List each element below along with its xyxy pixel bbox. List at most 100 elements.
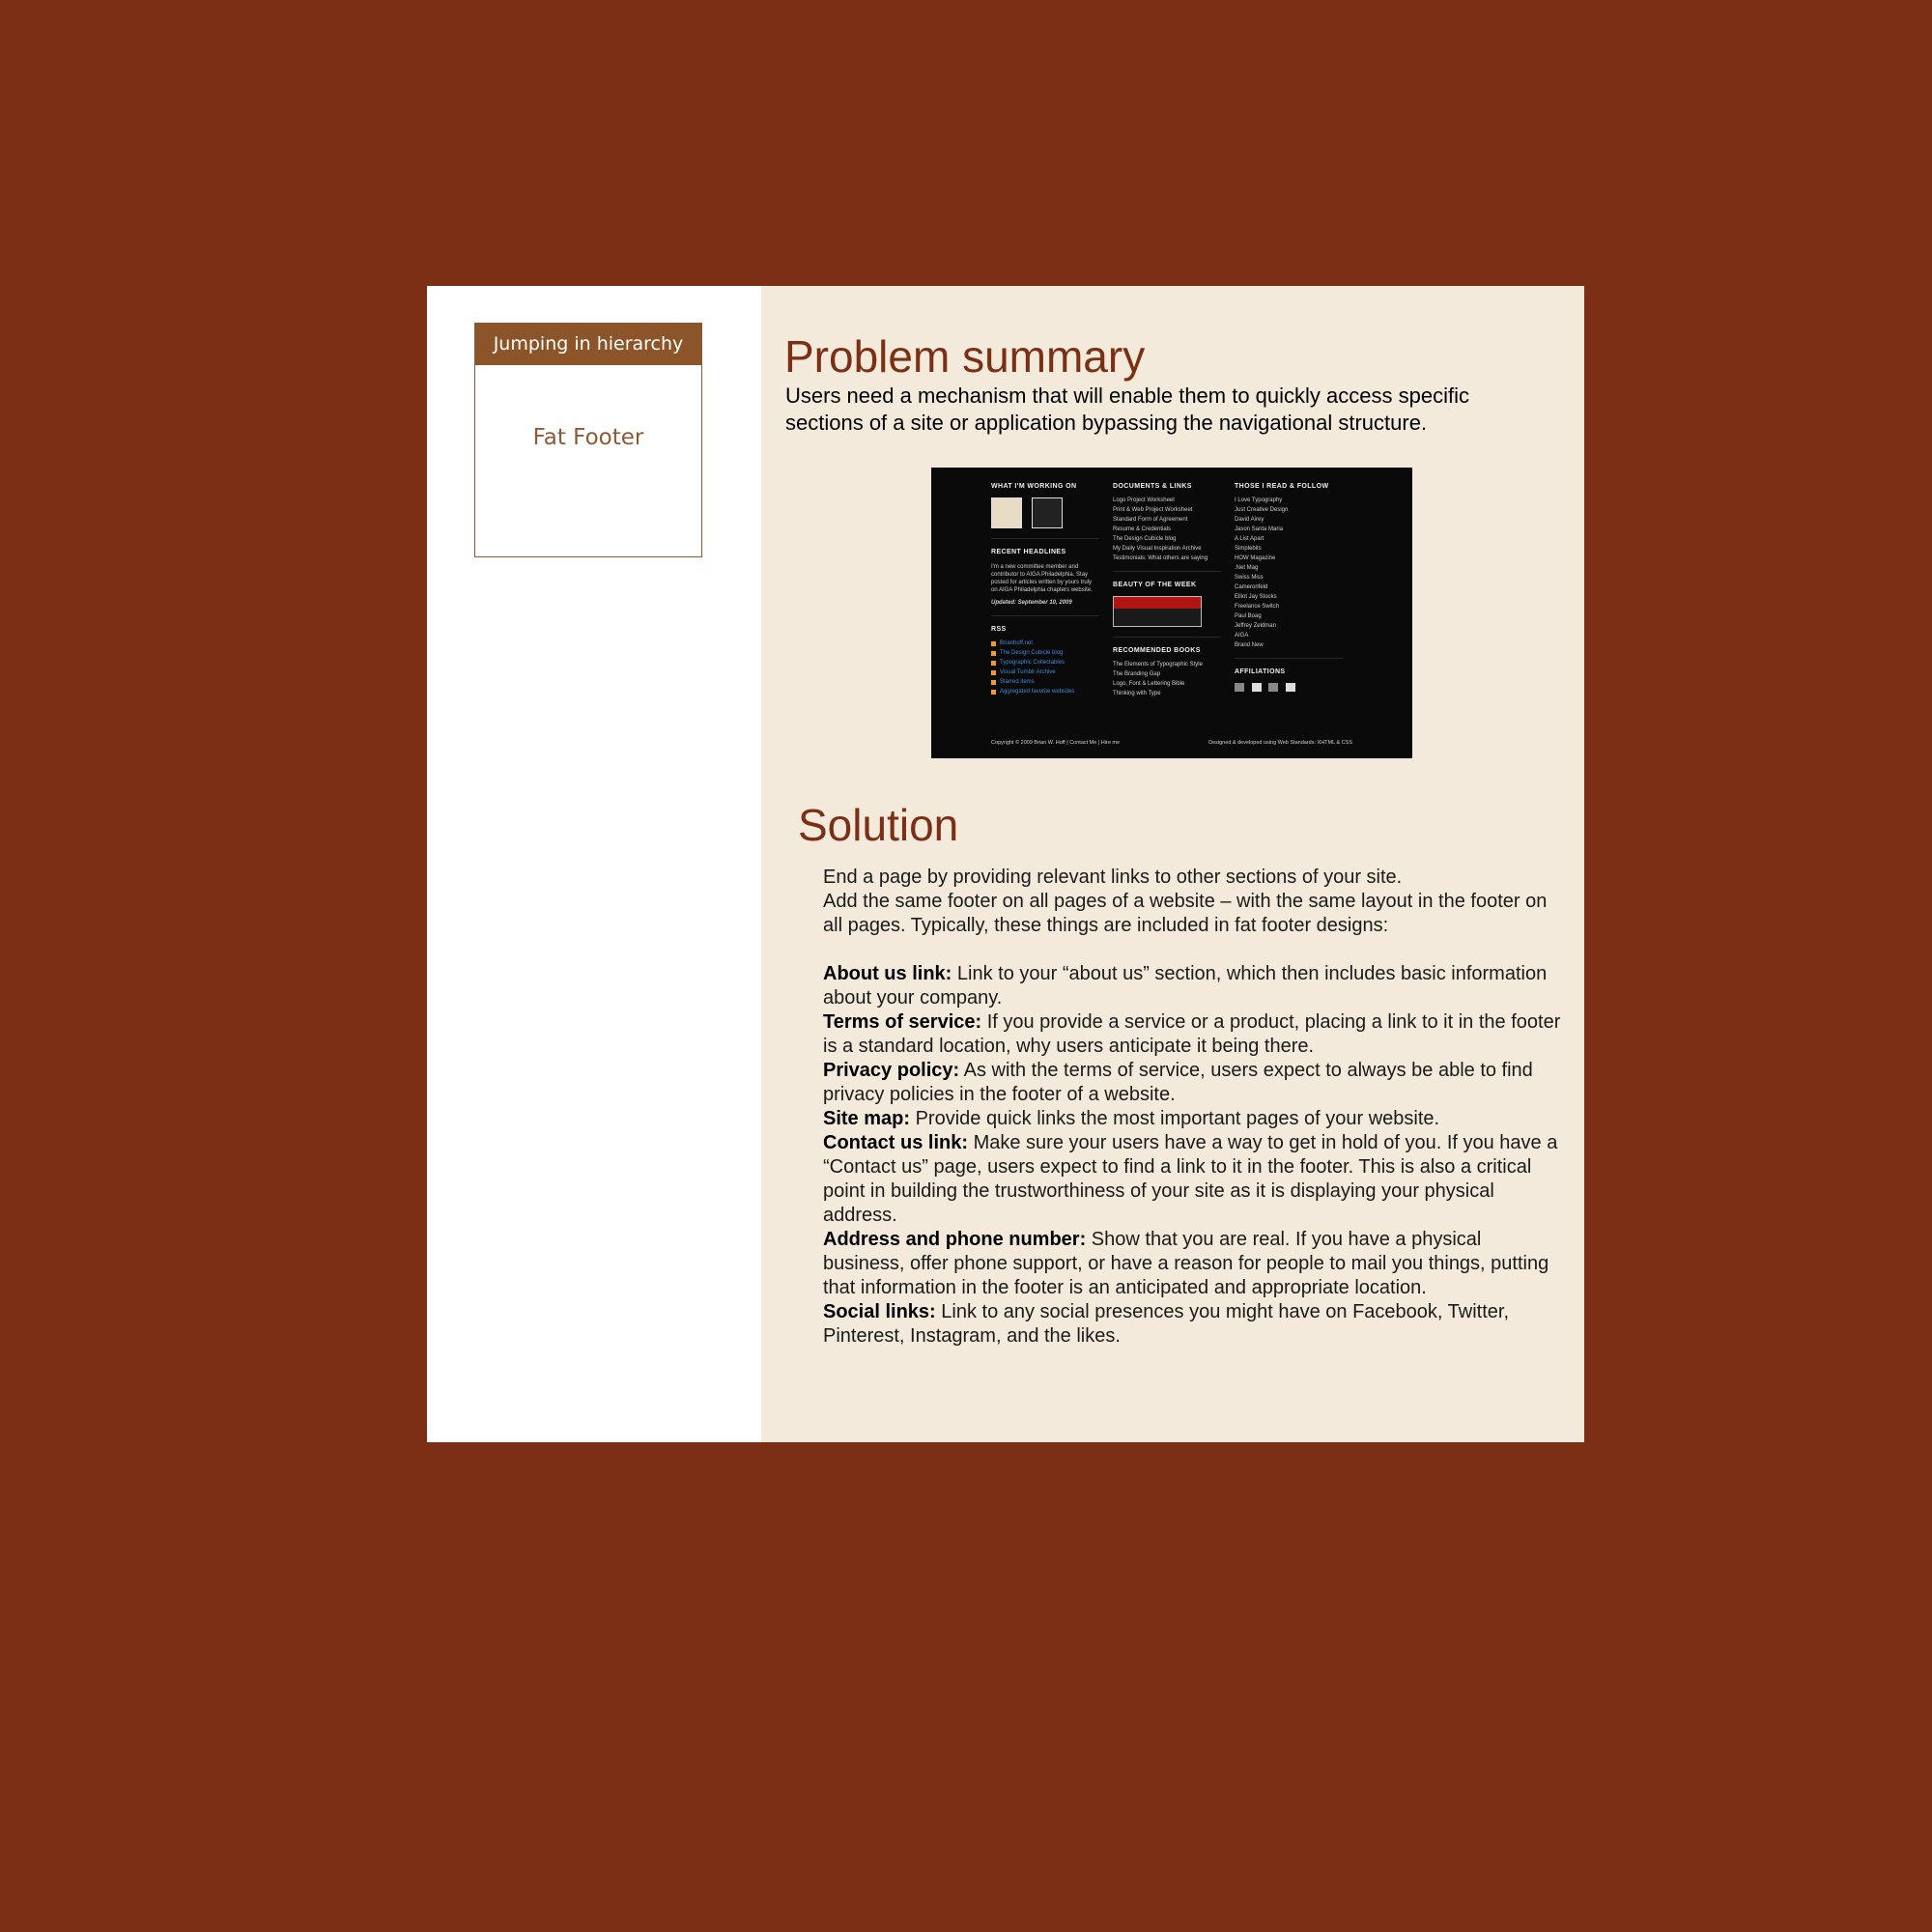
document-link: The Design Cubicle blog (1113, 536, 1177, 542)
solution-item: Site map: Provide quick links the most i… (823, 1107, 1567, 1131)
book-item: The Branding Gap (1113, 671, 1161, 677)
document-link: My Daily Visual Inspiration Archive (1113, 546, 1202, 552)
document-link: Print & Web Project Worksheet (1113, 507, 1193, 513)
solution-intro-1: End a page by providing relevant links t… (823, 867, 1403, 888)
solution-item: Terms of service: If you provide a servi… (823, 1010, 1567, 1059)
screenshot-footer-left: Copyright © 2009 Brian W. Hoff | Contact… (991, 740, 1121, 746)
screenshot-column-1: WHAT I'M WORKING ON RECENT HEADLINES I'm… (991, 483, 1099, 698)
screenshot-heading: RSS (991, 626, 1007, 633)
solution-item: Address and phone number: Show that you … (823, 1228, 1567, 1300)
rss-icon (991, 689, 996, 695)
solution-item-term: Contact us link: (823, 1132, 969, 1153)
solution-item-term: Privacy policy: (823, 1060, 960, 1081)
follow-item: Simplebits (1235, 546, 1262, 552)
rss-item: Starred items (991, 679, 1099, 685)
rss-icon (991, 660, 996, 666)
affiliation-badge (1251, 683, 1262, 692)
rss-icon (991, 669, 996, 675)
follow-item: Cameronfeld (1235, 584, 1268, 590)
rss-icon (991, 650, 996, 656)
solution-item-term: About us link: (823, 963, 952, 984)
solution-item: Privacy policy: As with the terms of ser… (823, 1059, 1567, 1107)
follow-item: Jason Santa Maria (1235, 526, 1284, 532)
follow-item: David Airey (1235, 517, 1264, 523)
updated-text: Updated: September 10, 2009 (991, 600, 1072, 606)
affiliation-badges (1235, 683, 1343, 694)
screenshot-column-2: DOCUMENTS & LINKS Logo Project Worksheet… (1113, 483, 1221, 700)
screenshot-column-3: THOSE I READ & FOLLOW I Love Typography … (1235, 483, 1343, 694)
follow-item: Paul Boag (1235, 613, 1262, 619)
rss-item: Brianhoff.net (991, 640, 1099, 646)
rss-item: Aggregated favorite websites (991, 689, 1099, 695)
rss-link: The Design Cubicle blog (1000, 650, 1064, 656)
solution-item-term: Terms of service: (823, 1011, 982, 1033)
pattern-category: Jumping in hierarchy (475, 324, 701, 365)
follow-item: Swiss Miss (1235, 575, 1264, 581)
beauty-of-week-image (1113, 596, 1202, 627)
follow-item: HOW Magazine (1235, 555, 1276, 561)
solution-item-term: Address and phone number: (823, 1229, 1087, 1250)
solution-item-text: Provide quick links the most important p… (910, 1108, 1440, 1129)
pattern-card-page: Jumping in hierarchy Fat Footer Problem … (427, 286, 1584, 1442)
document-link: Logo Project Worksheet (1113, 497, 1175, 503)
book-item: Logo, Font & Lettering Bible (1113, 681, 1185, 687)
screenshot-footer: Copyright © 2009 Brian W. Hoff | Contact… (991, 740, 1352, 746)
document-link: Standard Form of Agreement (1113, 517, 1188, 523)
project-thumbnail (1031, 497, 1063, 528)
pattern-name: Fat Footer (532, 425, 644, 450)
project-thumbnails (991, 497, 1099, 528)
solution-title: Solution (798, 800, 959, 850)
books-list: The Elements of Typographic Style The Br… (1113, 662, 1221, 696)
solution-item-term: Social links: (823, 1301, 936, 1322)
rss-item: Visual Tumblr Archive (991, 669, 1099, 675)
document-link: Testimonials: What others are saying (1113, 555, 1208, 561)
project-thumbnail (991, 497, 1022, 528)
follow-item: .Net Mag (1235, 565, 1259, 571)
solution-body: End a page by providing relevant links t… (823, 866, 1567, 1349)
rss-item: Typographic Collectables (991, 660, 1099, 666)
follow-item: A List Apart (1235, 536, 1264, 542)
main-content: Problem summary Users need a mechanism t… (784, 286, 1584, 1442)
example-screenshot: WHAT I'M WORKING ON RECENT HEADLINES I'm… (931, 468, 1412, 758)
screenshot-heading: BEAUTY OF THE WEEK (1113, 582, 1197, 588)
follow-item: I Love Typography (1235, 497, 1283, 503)
follow-item: Brand New (1235, 642, 1264, 648)
follow-item: Elliot Jay Stocks (1235, 594, 1277, 600)
follow-item: AIGA (1235, 633, 1249, 639)
sidebar: Jumping in hierarchy Fat Footer (427, 286, 761, 1442)
solution-item: Contact us link: Make sure your users ha… (823, 1131, 1567, 1228)
solution-item: Social links: Link to any social presenc… (823, 1300, 1567, 1349)
affiliation-badge (1235, 683, 1244, 692)
rss-link: Aggregated favorite websites (1000, 689, 1075, 695)
screenshot-heading: RECOMMENDED BOOKS (1113, 647, 1201, 654)
rss-icon (991, 679, 996, 685)
document-link: Resume & Credentials (1113, 526, 1172, 532)
pattern-card[interactable]: Jumping in hierarchy Fat Footer (474, 323, 702, 557)
follow-list: I Love Typography Just Creative Design D… (1235, 497, 1343, 648)
headline-text: I'm a new committee member and contribut… (991, 564, 1093, 593)
screenshot-heading: WHAT I'M WORKING ON (991, 483, 1077, 490)
screenshot-footer-right: Designed & developed using Web Standards… (1208, 740, 1352, 746)
affiliation-badge (1268, 683, 1279, 692)
book-item: The Elements of Typographic Style (1113, 662, 1203, 668)
solution-intro-2: Add the same footer on all pages of a we… (823, 891, 1548, 936)
follow-item: Jeffrey Zeldman (1235, 623, 1276, 629)
affiliation-badge (1286, 683, 1296, 692)
screenshot-heading: AFFILIATIONS (1235, 668, 1286, 675)
rss-link: Visual Tumblr Archive (1000, 669, 1056, 675)
solution-item: About us link: Link to your “about us” s… (823, 962, 1567, 1010)
follow-item: Freelance Switch (1235, 604, 1280, 610)
rss-list: Brianhoff.net The Design Cubicle blog Ty… (991, 640, 1099, 695)
rss-link: Typographic Collectables (1000, 660, 1065, 666)
follow-item: Just Creative Design (1235, 507, 1289, 513)
documents-list: Logo Project Worksheet Print & Web Proje… (1113, 497, 1221, 561)
rss-icon (991, 640, 996, 646)
book-item: Thinking with Type (1113, 691, 1161, 696)
rss-link: Brianhoff.net (1000, 640, 1033, 646)
solution-item-term: Site map: (823, 1108, 911, 1129)
screenshot-heading: DOCUMENTS & LINKS (1113, 483, 1192, 490)
problem-summary-text: Users need a mechanism that will enable … (785, 384, 1469, 435)
rss-item: The Design Cubicle blog (991, 650, 1099, 656)
problem-summary-title: Problem summary (784, 331, 1146, 382)
rss-link: Starred items (1000, 679, 1035, 685)
